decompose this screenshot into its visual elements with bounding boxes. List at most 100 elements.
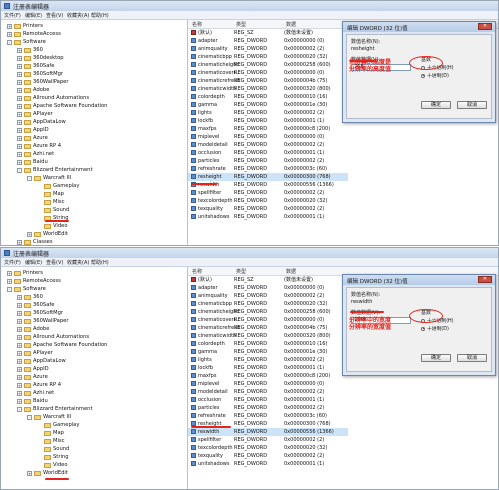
expander-icon[interactable]: - bbox=[7, 286, 12, 292]
value-row[interactable]: spellfilter REG_DWORD 0x00000002 (2) bbox=[188, 189, 348, 197]
expander-icon[interactable]: + bbox=[17, 103, 22, 109]
value-row[interactable]: reswidth REG_DWORD 0x00000556 (1366) bbox=[188, 428, 348, 436]
expander-icon[interactable]: - bbox=[27, 414, 32, 420]
tree-node[interactable]: - Warcraft III bbox=[27, 174, 71, 182]
tree-node[interactable]: + Printers bbox=[7, 22, 43, 30]
value-row[interactable]: adapter REG_DWORD 0x00000000 (0) bbox=[188, 284, 348, 292]
expander-icon[interactable]: + bbox=[7, 23, 12, 29]
tree-node[interactable]: - Software bbox=[7, 38, 46, 46]
tree-node[interactable]: + APlayer bbox=[17, 110, 53, 118]
tree-node[interactable]: +360 bbox=[17, 293, 43, 301]
value-row[interactable]: cinematicrefresh REG_DWORD 0x0000004b (75) bbox=[188, 77, 348, 85]
menu-view[interactable]: 查看(V) bbox=[46, 259, 63, 266]
menu-edit[interactable]: 编辑(E) bbox=[25, 12, 42, 19]
tree-node[interactable]: +360Safe bbox=[17, 301, 54, 309]
value-row[interactable]: maxfps REG_DWORD 0x000000c8 (200) bbox=[188, 372, 348, 380]
value-row[interactable]: unitshadows REG_DWORD 0x00000001 (1) bbox=[188, 460, 348, 468]
expander-icon[interactable]: + bbox=[17, 334, 22, 340]
value-row[interactable]: (默认) REG_SZ (数值未设置) bbox=[188, 29, 348, 37]
tree-node[interactable]: Misc bbox=[37, 437, 64, 445]
tree-node[interactable]: + WorldEdit bbox=[27, 469, 68, 477]
menu-view[interactable]: 查看(V) bbox=[46, 12, 63, 19]
cancel-button[interactable]: 取消 bbox=[457, 354, 487, 362]
expander-icon[interactable]: - bbox=[7, 39, 12, 45]
expander-icon[interactable]: + bbox=[17, 95, 22, 101]
tree-node[interactable]: + Azure RP 4 bbox=[17, 142, 61, 150]
tree-node[interactable]: +360Safe bbox=[17, 62, 54, 70]
value-row[interactable]: refreshrate REG_DWORD 0x0000003c (60) bbox=[188, 165, 348, 173]
tree-node[interactable]: +360 bbox=[17, 46, 43, 54]
tree-node[interactable]: + Printers bbox=[7, 269, 43, 277]
tree-node[interactable]: + Classes bbox=[17, 238, 53, 245]
expander-icon[interactable]: + bbox=[17, 358, 22, 364]
tree-node[interactable]: + AppID bbox=[17, 126, 49, 134]
value-row[interactable]: lockfb REG_DWORD 0x00000001 (1) bbox=[188, 117, 348, 125]
tree-node[interactable]: + Allround Automations bbox=[17, 94, 89, 102]
tree-node[interactable]: + Adobe bbox=[17, 325, 49, 333]
tree-node[interactable]: Map bbox=[37, 429, 64, 437]
tree-node[interactable]: Sound bbox=[37, 445, 69, 453]
value-row[interactable]: miplevel REG_DWORD 0x00000000 (0) bbox=[188, 133, 348, 141]
value-row[interactable]: cinematicoverr... REG_DWORD 0x00000000 (0) bbox=[188, 69, 348, 77]
value-row[interactable]: (默认) REG_SZ (数值未设置) bbox=[188, 276, 348, 284]
tree-node[interactable]: - Software bbox=[7, 285, 46, 293]
menu-file[interactable]: 文件(F) bbox=[4, 259, 21, 266]
tree-node[interactable]: + AppDataLow bbox=[17, 357, 66, 365]
tree-node[interactable]: Video bbox=[37, 461, 68, 469]
tree-node[interactable]: + Azhi.net bbox=[17, 150, 54, 158]
ok-button[interactable]: 确定 bbox=[421, 354, 451, 362]
expander-icon[interactable]: + bbox=[17, 390, 22, 396]
value-row[interactable]: cinematicheight REG_DWORD 0x00000258 (600) bbox=[188, 308, 348, 316]
menu-help[interactable]: 帮助(H) bbox=[91, 259, 109, 266]
tree-node[interactable]: + Adobe bbox=[17, 86, 49, 94]
tree-node[interactable]: + Baidu bbox=[17, 397, 48, 405]
expander-icon[interactable]: + bbox=[7, 270, 12, 276]
tree-node[interactable]: Map bbox=[37, 190, 64, 198]
expander-icon[interactable]: + bbox=[17, 350, 22, 356]
close-button[interactable]: ✕ bbox=[478, 23, 492, 30]
value-row[interactable]: occlusion REG_DWORD 0x00000001 (1) bbox=[188, 396, 348, 404]
tree-node[interactable]: Gameplay bbox=[37, 421, 79, 429]
expander-icon[interactable]: + bbox=[17, 342, 22, 348]
tree-node[interactable]: + AppID bbox=[17, 365, 49, 373]
expander-icon[interactable]: + bbox=[17, 87, 22, 93]
menu-favorites[interactable]: 收藏夹(A) bbox=[67, 12, 89, 19]
tree-node[interactable]: + AppDataLow bbox=[17, 118, 66, 126]
value-row[interactable]: cinematicwidth REG_DWORD 0x00000320 (800) bbox=[188, 332, 348, 340]
tree-node[interactable]: +360desktop bbox=[17, 54, 64, 62]
column-name[interactable]: 名称 bbox=[192, 21, 202, 28]
column-data[interactable]: 数据 bbox=[286, 21, 296, 28]
expander-icon[interactable]: + bbox=[17, 151, 22, 157]
ok-button[interactable]: 确定 bbox=[421, 101, 451, 109]
tree-node[interactable]: + Azhi.net bbox=[17, 389, 54, 397]
tree-node[interactable]: + Azure bbox=[17, 134, 48, 142]
expander-icon[interactable]: + bbox=[7, 31, 12, 37]
value-row[interactable]: cinematicrefresh REG_DWORD 0x0000004b (75) bbox=[188, 324, 348, 332]
expander-icon[interactable]: + bbox=[27, 470, 32, 476]
expander-icon[interactable]: + bbox=[17, 318, 22, 324]
value-row[interactable]: particles REG_DWORD 0x00000002 (2) bbox=[188, 157, 348, 165]
tree-node[interactable]: + APlayer bbox=[17, 349, 53, 357]
tree-node[interactable]: + Apache Software Foundation bbox=[17, 341, 107, 349]
expander-icon[interactable]: + bbox=[17, 398, 22, 404]
expander-icon[interactable]: + bbox=[17, 374, 22, 380]
expander-icon[interactable]: + bbox=[17, 143, 22, 149]
expander-icon[interactable]: + bbox=[17, 135, 22, 141]
value-row[interactable]: animquality REG_DWORD 0x00000002 (2) bbox=[188, 292, 348, 300]
column-type[interactable]: 类型 bbox=[236, 21, 246, 28]
expander-icon[interactable]: + bbox=[17, 382, 22, 388]
tree-node[interactable]: + Azure bbox=[17, 373, 48, 381]
value-row[interactable]: gamma REG_DWORD 0x0000001e (30) bbox=[188, 101, 348, 109]
tree-node[interactable]: + Baidu bbox=[17, 158, 48, 166]
expander-icon[interactable]: + bbox=[17, 79, 22, 85]
tree-node[interactable]: + Apache Software Foundation bbox=[17, 102, 107, 110]
tree-node[interactable]: + Allround Automations bbox=[17, 333, 89, 341]
expander-icon[interactable]: + bbox=[27, 231, 32, 237]
expander-icon[interactable]: + bbox=[17, 119, 22, 125]
value-row[interactable]: cinematicbpp REG_DWORD 0x00000020 (32) bbox=[188, 300, 348, 308]
value-row[interactable]: miplevel REG_DWORD 0x00000000 (0) bbox=[188, 380, 348, 388]
value-row[interactable]: lights REG_DWORD 0x00000002 (2) bbox=[188, 356, 348, 364]
value-row[interactable]: modeldetail REG_DWORD 0x00000002 (2) bbox=[188, 141, 348, 149]
close-button[interactable]: ✕ bbox=[478, 276, 492, 283]
expander-icon[interactable]: + bbox=[17, 366, 22, 372]
